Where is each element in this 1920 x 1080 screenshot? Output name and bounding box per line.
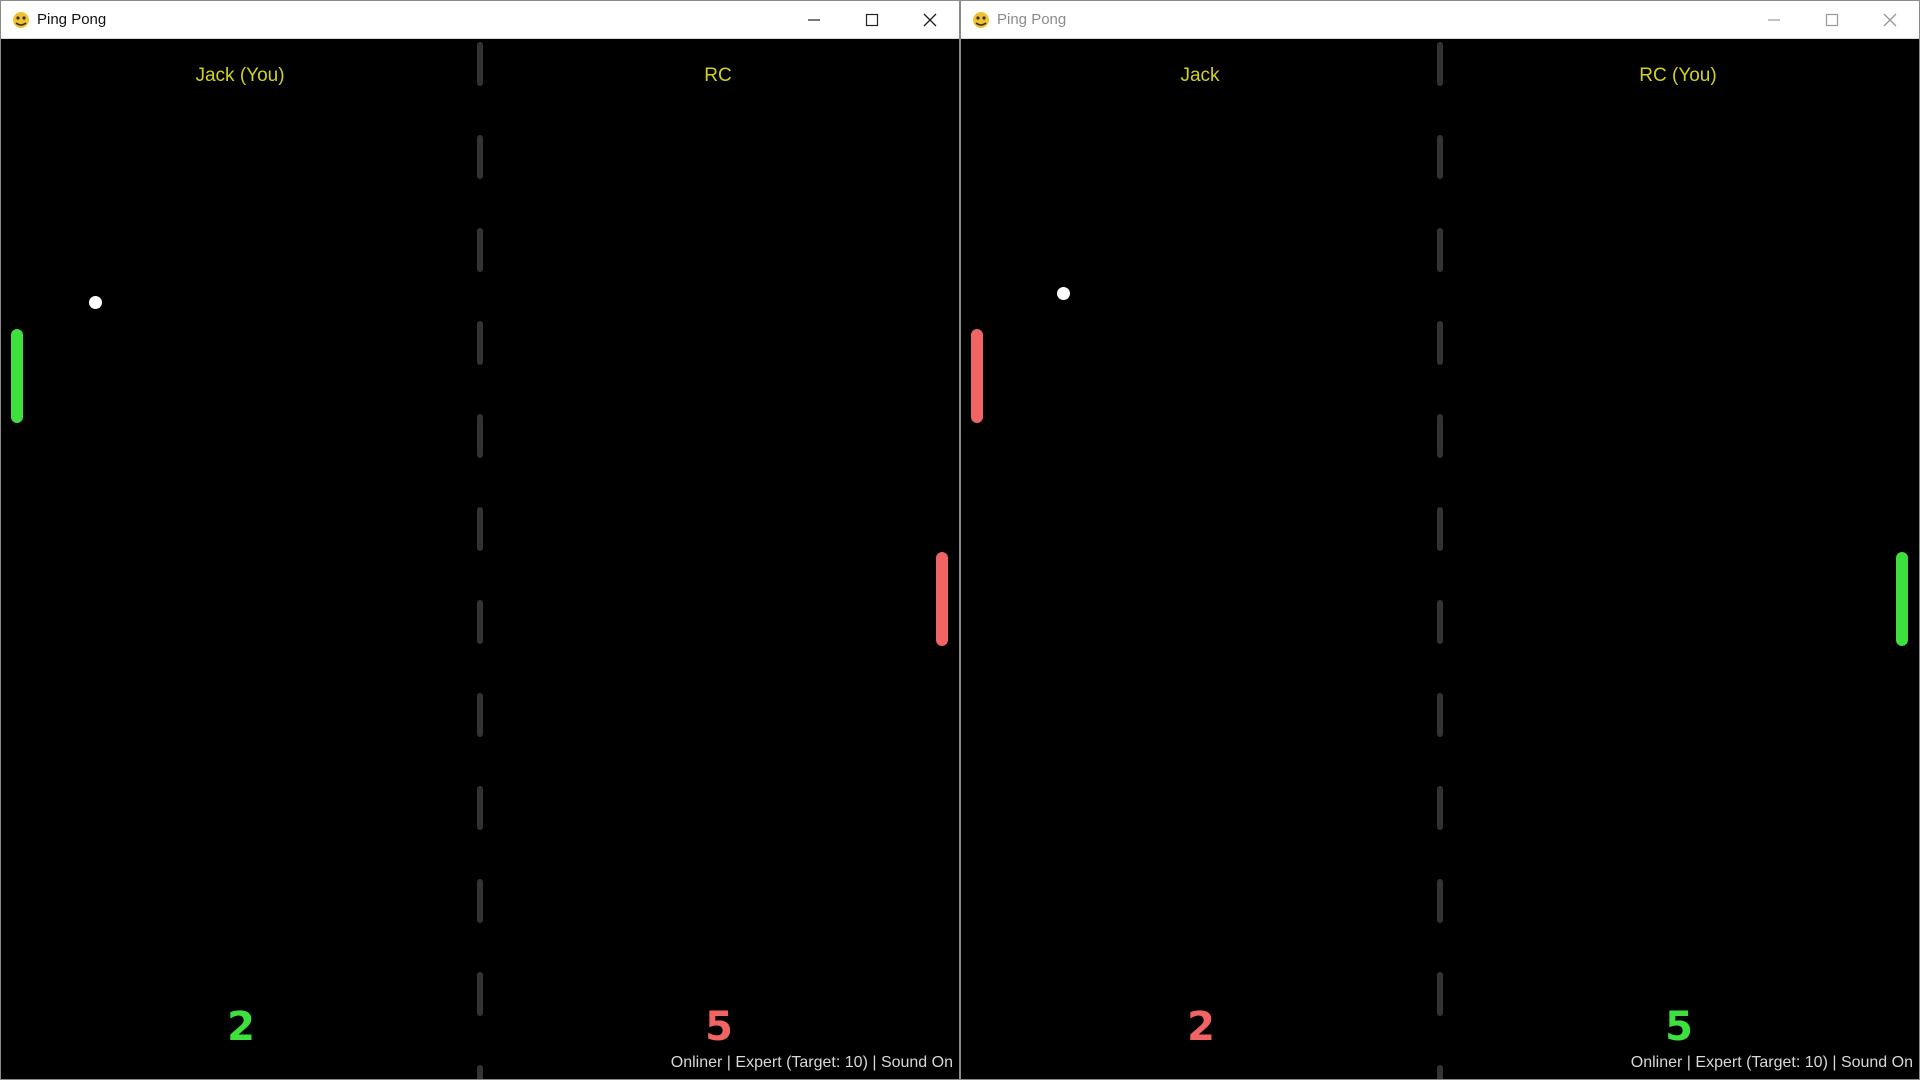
pygame-snake-icon xyxy=(973,12,989,28)
right-paddle xyxy=(936,552,948,646)
game-field[interactable]: Jack RC (You) 2 5 Onliner | Expert (Targ… xyxy=(961,39,1919,1079)
game-window-left[interactable]: Ping Pong Jack (You) RC 2 5 Onliner | Ex… xyxy=(0,0,960,1080)
pygame-snake-icon xyxy=(13,12,29,28)
status-bar: Onliner | Expert (Target: 10) | Sound On xyxy=(670,1054,953,1071)
ball xyxy=(89,296,102,309)
minimize-icon xyxy=(1768,19,1780,21)
left-paddle xyxy=(11,329,23,423)
window-title: Ping Pong xyxy=(37,11,107,28)
maximize-button[interactable] xyxy=(1803,1,1861,39)
close-button[interactable] xyxy=(1861,1,1919,39)
right-paddle xyxy=(1896,552,1908,646)
center-net xyxy=(1437,42,1443,1079)
close-icon xyxy=(923,13,937,27)
title-bar[interactable]: Ping Pong xyxy=(961,1,1919,39)
close-icon xyxy=(1883,13,1897,27)
game-window-right[interactable]: Ping Pong Jack RC (You) 2 5 Onliner | Ex… xyxy=(960,0,1920,1080)
ball xyxy=(1057,287,1070,300)
center-net xyxy=(477,42,483,1079)
status-bar: Onliner | Expert (Target: 10) | Sound On xyxy=(1630,1054,1913,1071)
maximize-icon xyxy=(1825,13,1839,27)
right-player-score: 5 xyxy=(1665,1004,1693,1050)
game-field[interactable]: Jack (You) RC 2 5 Onliner | Expert (Targ… xyxy=(1,39,959,1079)
left-paddle xyxy=(971,329,983,423)
left-player-score: 2 xyxy=(1187,1004,1215,1050)
minimize-icon xyxy=(808,19,820,21)
maximize-button[interactable] xyxy=(843,1,901,39)
minimize-button[interactable] xyxy=(785,1,843,39)
left-player-name: Jack xyxy=(1180,65,1220,86)
right-player-name: RC xyxy=(704,65,732,86)
left-player-name: Jack (You) xyxy=(195,65,285,86)
right-player-score: 5 xyxy=(705,1004,733,1050)
title-bar[interactable]: Ping Pong xyxy=(1,1,959,39)
left-player-score: 2 xyxy=(227,1004,255,1050)
maximize-icon xyxy=(865,13,879,27)
minimize-button[interactable] xyxy=(1745,1,1803,39)
window-title: Ping Pong xyxy=(997,11,1067,28)
right-player-name: RC (You) xyxy=(1639,65,1717,86)
close-button[interactable] xyxy=(901,1,959,39)
